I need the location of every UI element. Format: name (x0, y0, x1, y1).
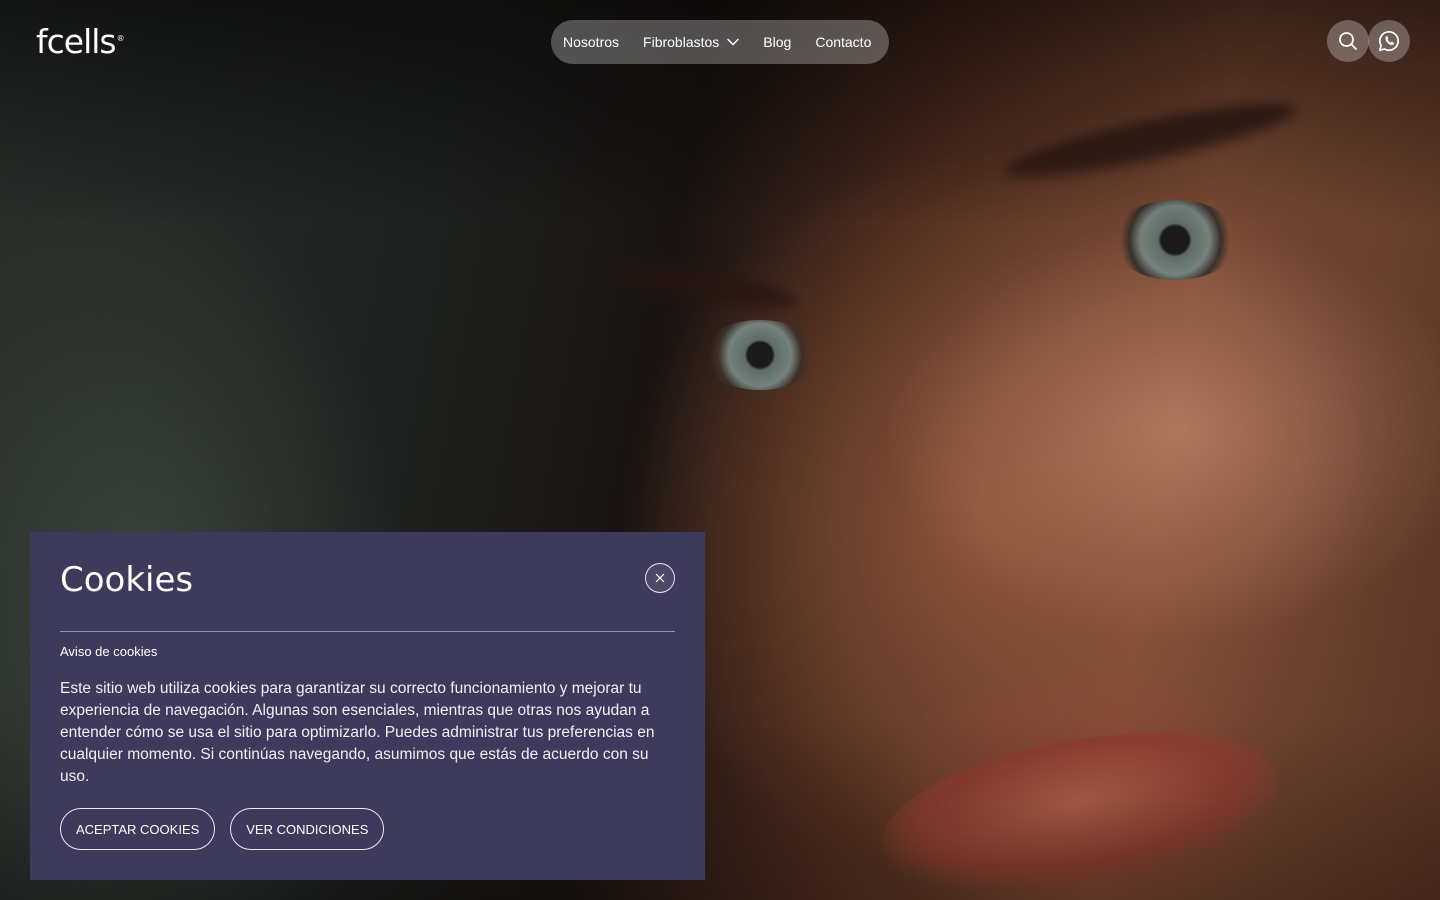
nav-item-label: Blog (763, 34, 792, 50)
logo-text: fcells (36, 22, 117, 61)
search-icon (1339, 32, 1357, 50)
logo-trademark: ® (116, 34, 125, 43)
whatsapp-button[interactable] (1368, 20, 1410, 62)
cookie-divider (60, 631, 675, 632)
cookie-actions: ACEPTAR COOKIES VER CONDICIONES (60, 808, 399, 850)
nav-item-fibroblastos[interactable]: Fibroblastos (643, 34, 740, 50)
nav-item-nosotros[interactable]: Nosotros (563, 34, 619, 50)
nav-item-label: Nosotros (563, 34, 620, 50)
cookie-close-button[interactable] (645, 563, 675, 593)
view-conditions-button[interactable]: VER CONDICIONES (230, 808, 385, 850)
nav-item-contacto[interactable]: Contacto (815, 34, 871, 50)
cookie-description: Este sitio web utiliza cookies para gara… (60, 680, 655, 785)
whatsapp-icon (1378, 30, 1399, 52)
main-nav: Nosotros Fibroblastos Blog Contacto (551, 20, 889, 64)
chevron-down-icon (727, 38, 740, 46)
nav-item-blog[interactable]: Blog (763, 34, 791, 50)
close-icon (655, 573, 665, 583)
nav-item-label: Contacto (815, 34, 872, 50)
nav-item-label: Fibroblastos (643, 34, 720, 50)
cookie-banner: Cookies Aviso de cookies Este sitio web … (30, 532, 705, 880)
cookie-title: Cookies (60, 560, 194, 600)
site-logo[interactable]: fcells® (36, 22, 125, 61)
cookie-subtitle: Aviso de cookies (60, 644, 158, 659)
accept-cookies-button[interactable]: ACEPTAR COOKIES (60, 808, 216, 850)
search-button[interactable] (1327, 20, 1369, 62)
